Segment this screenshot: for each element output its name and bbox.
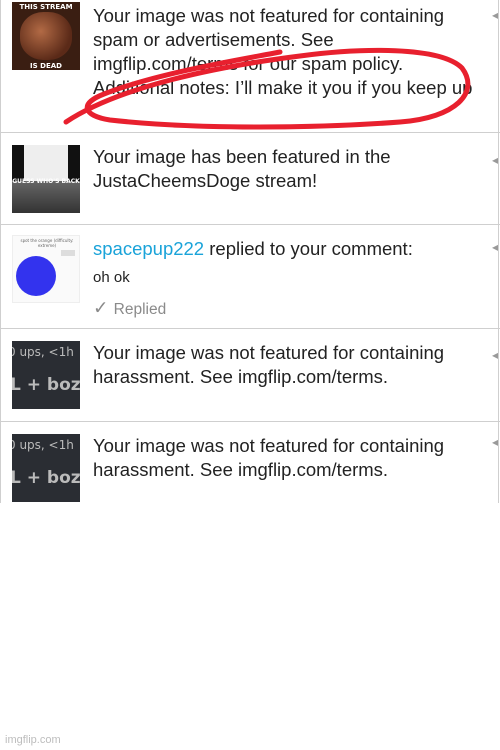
options-caret-icon[interactable]: ◂ (492, 240, 498, 254)
thumbnail-text-line2: L + boz (12, 468, 80, 488)
replied-label: Replied (113, 301, 167, 318)
notification-message: Your image was not featured for containi… (93, 435, 445, 480)
reply-comment-text: oh ok (93, 269, 130, 286)
thumbnail-text-line1: 0 ups, <1h (12, 438, 74, 452)
thumbnail-caption: spot the orange (difficulty: extreme) (20, 238, 74, 248)
notification-item[interactable]: 0 ups, <1h L + boz Your image was not fe… (0, 422, 500, 503)
thumbnail-caption-bottom: IS DEAD (30, 62, 62, 70)
notification-item[interactable]: THIS STREAM IS DEAD Your image was not f… (0, 0, 500, 133)
notification-thumbnail[interactable]: GUESS WHO'S BACK (12, 145, 80, 213)
notification-message: Your image was not featured for containi… (93, 342, 445, 387)
notification-item[interactable]: spot the orange (difficulty: extreme) sp… (0, 225, 500, 329)
reply-header: spacepup222 replied to your comment: (93, 237, 473, 261)
thumbnail-text-line2: L + boz (12, 375, 80, 395)
imgflip-watermark: imgflip.com (5, 734, 61, 746)
notification-message: Your image was not featured for containi… (93, 5, 473, 98)
thumbnail-text-line1: 0 ups, <1h (12, 345, 74, 359)
meme-top-panel (12, 145, 80, 181)
notification-item[interactable]: GUESS WHO'S BACK Your image has been fea… (0, 133, 500, 225)
meme-bottom-panel (12, 181, 80, 213)
blue-circle-graphic (16, 256, 56, 296)
options-caret-icon[interactable]: ◂ (492, 435, 498, 449)
notification-message: Your image has been featured in the Just… (93, 146, 391, 191)
notification-thumbnail[interactable]: 0 ups, <1h L + boz (12, 434, 80, 502)
face-image (20, 12, 72, 60)
notification-thumbnail[interactable]: spot the orange (difficulty: extreme) (12, 235, 80, 303)
check-icon: ✓ (93, 297, 109, 318)
notification-thumbnail[interactable]: THIS STREAM IS DEAD (12, 2, 80, 70)
replied-status: ✓ Replied (93, 296, 473, 322)
username-link[interactable]: spacepup222 (93, 238, 204, 259)
legend-graphic (61, 250, 75, 256)
thumbnail-caption-top: THIS STREAM (19, 3, 73, 11)
notification-thumbnail[interactable]: 0 ups, <1h L + boz (12, 341, 80, 409)
options-caret-icon[interactable]: ◂ (492, 8, 498, 22)
options-caret-icon[interactable]: ◂ (492, 348, 498, 362)
reply-action: replied to your comment: (209, 238, 413, 259)
options-caret-icon[interactable]: ◂ (492, 153, 498, 167)
notification-item[interactable]: 0 ups, <1h L + boz Your image was not fe… (0, 329, 500, 422)
thumbnail-caption: GUESS WHO'S BACK (12, 178, 80, 185)
